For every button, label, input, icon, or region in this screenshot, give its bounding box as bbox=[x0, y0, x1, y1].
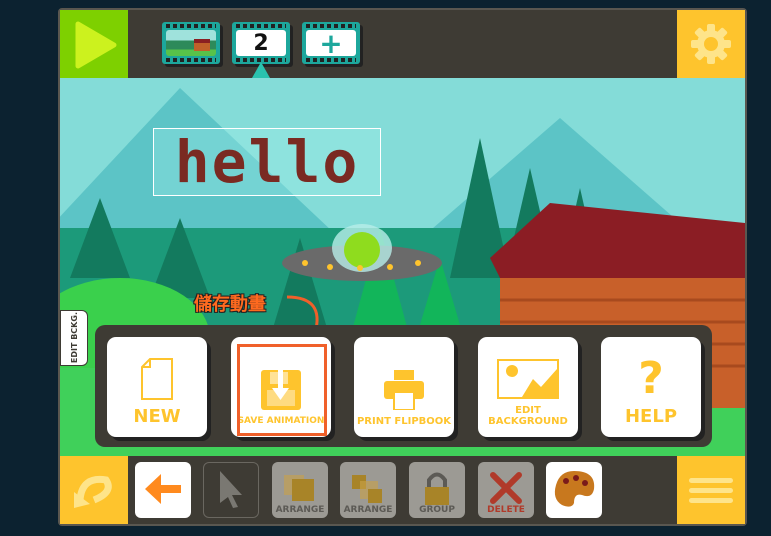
undo-button[interactable] bbox=[60, 456, 128, 524]
palette-icon bbox=[554, 470, 595, 507]
top-bar: 2 + bbox=[60, 10, 745, 78]
arrange-forward-button[interactable]: ARRANGE bbox=[272, 462, 328, 518]
menu-print-flipbook-button[interactable]: PRINT FLIPBOOK bbox=[354, 337, 454, 437]
cursor-icon bbox=[220, 470, 242, 508]
undo-icon bbox=[74, 475, 112, 508]
file-icon bbox=[141, 358, 173, 400]
bottom-toolbar: ARRANGE ARRANGE GROUP DELETE bbox=[60, 456, 745, 524]
add-frame-button[interactable]: + bbox=[302, 22, 360, 64]
arrange-backward-button[interactable]: ARRANGE bbox=[340, 462, 396, 518]
arrange-front-icon bbox=[284, 475, 314, 501]
image-icon bbox=[497, 359, 559, 399]
lock-icon bbox=[425, 472, 449, 505]
app-window: 2 + hello EDIT BCKG. 儲存動畫 NEW SAVE ANIMA… bbox=[58, 8, 747, 526]
printer-icon bbox=[384, 370, 424, 410]
arrange-back-icon bbox=[352, 475, 382, 503]
frame-1-thumbnail[interactable] bbox=[162, 22, 220, 64]
back-button[interactable] bbox=[135, 462, 191, 518]
frame-2[interactable]: 2 bbox=[232, 22, 290, 78]
menu-button[interactable] bbox=[677, 456, 745, 524]
play-button[interactable] bbox=[60, 10, 128, 78]
x-icon bbox=[490, 472, 522, 504]
edit-background-tab[interactable]: EDIT BCKG. bbox=[60, 310, 88, 366]
delete-button[interactable]: DELETE bbox=[478, 462, 534, 518]
play-icon bbox=[75, 21, 117, 69]
arrow-left-icon bbox=[145, 473, 181, 504]
save-animation-highlight bbox=[237, 344, 327, 436]
text-object-hello[interactable]: hello bbox=[153, 128, 381, 196]
select-tool-button[interactable] bbox=[203, 462, 259, 518]
group-button[interactable]: GROUP bbox=[409, 462, 465, 518]
menu-new-button[interactable]: NEW bbox=[107, 337, 207, 437]
menu-edit-background-button[interactable]: EDIT BACKGROUND bbox=[478, 337, 578, 437]
current-frame-indicator-icon bbox=[252, 62, 270, 78]
main-menu-panel: NEW SAVE ANIMATION PRINT FLIPBOOK EDIT B… bbox=[95, 325, 712, 447]
gear-icon bbox=[691, 24, 731, 64]
menu-help-button[interactable]: ? HELP bbox=[601, 337, 701, 437]
color-palette-button[interactable] bbox=[546, 462, 602, 518]
question-icon: ? bbox=[638, 353, 664, 404]
save-animation-callout: 儲存動畫 bbox=[194, 294, 266, 315]
settings-button[interactable] bbox=[677, 10, 745, 78]
